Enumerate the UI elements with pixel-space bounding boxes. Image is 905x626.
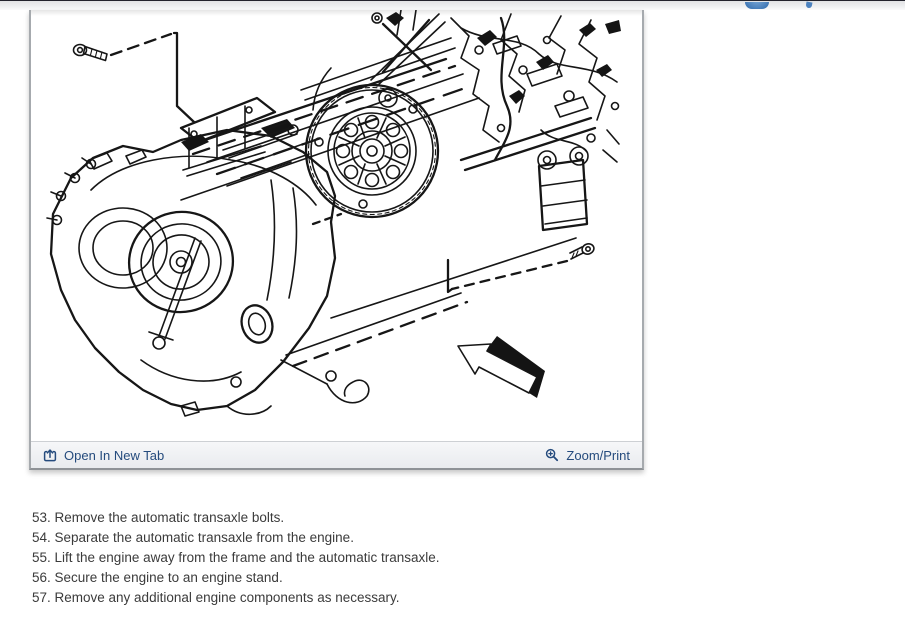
zoom-print-icon (546, 448, 559, 462)
transaxle-bolt-callout-left (72, 31, 196, 124)
flywheel (304, 67, 440, 219)
open-in-new-tab-label: Open In New Tab (64, 447, 165, 463)
image-viewer-panel: Open In New Tab Zoom/Print (29, 10, 644, 470)
transaxle-housing (46, 127, 337, 417)
step-line: 53. Remove the automatic transaxle bolts… (32, 510, 285, 525)
blue-glyph-icon-fragment (805, 1, 813, 9)
step-line: 54. Separate the automatic transaxle fro… (32, 530, 354, 545)
diagram-image-area[interactable] (31, 10, 642, 441)
transaxle-bolt-callout-right (446, 243, 595, 294)
zoom-print-label: Zoom/Print (566, 447, 630, 463)
engine-block (450, 13, 621, 232)
instruction-steps: 53. Remove the automatic transaxle bolts… (32, 508, 632, 608)
lower-linkage (280, 359, 370, 404)
browser-chrome-strip (0, 0, 905, 10)
engine-transaxle-diagram (46, 10, 621, 417)
zoom-print-button[interactable]: Zoom/Print (545, 448, 630, 463)
viewer-toolbar: Open In New Tab Zoom/Print (31, 441, 642, 468)
step-line: 55. Lift the engine away from the frame … (32, 550, 440, 565)
open-in-new-tab-icon (43, 449, 57, 462)
open-in-new-tab-button[interactable]: Open In New Tab (43, 448, 164, 463)
step-line: 56. Secure the engine to an engine stand… (32, 570, 283, 585)
removal-direction-arrow (457, 336, 545, 398)
blue-circle-icon-fragment (745, 2, 769, 9)
step-line: 57. Remove any additional engine compone… (32, 590, 400, 605)
